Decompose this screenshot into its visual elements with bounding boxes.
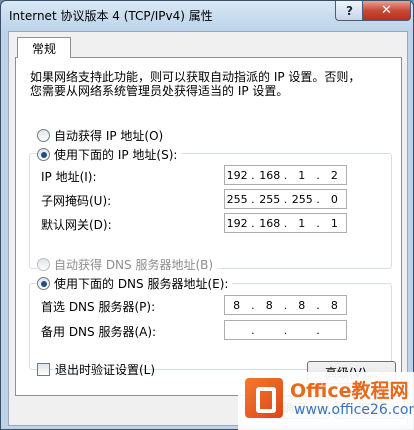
dns-auto-radio[interactable]: 自动获得 DNS 服务器地址(B) bbox=[37, 256, 218, 273]
alternate-dns-input[interactable]: . . . bbox=[224, 320, 347, 340]
dialog-client: 常规 如果网络支持此功能，则可以获取自动指派的 IP 设置。否则， 您需要从网络… bbox=[8, 31, 408, 426]
validate-on-exit-label: 退出时验证设置(L) bbox=[55, 363, 156, 377]
ip-octet: 168 bbox=[259, 168, 281, 182]
ip-octet: 8 bbox=[298, 298, 306, 312]
office-logo-icon bbox=[245, 378, 283, 418]
octet-separator: . bbox=[316, 192, 320, 206]
ip-address-label: IP 地址(I): bbox=[41, 170, 97, 184]
ip-octet: 8 bbox=[330, 298, 338, 312]
ip-octet: 192 bbox=[226, 168, 248, 182]
alternate-dns-label: 备用 DNS 服务器(A): bbox=[41, 325, 157, 339]
general-panel: 如果网络支持此功能，则可以获取自动指派的 IP 设置。否则， 您需要从网络系统管… bbox=[15, 57, 402, 396]
radio-selected-icon bbox=[37, 277, 50, 290]
gateway-input[interactable]: 192. 168. 1. 1 bbox=[224, 213, 347, 233]
octet-separator: . bbox=[283, 323, 288, 337]
description-line-2: 您需要从网络系统管理员处获得适当的 IP 设置。 bbox=[30, 84, 289, 98]
dns-auto-label: 自动获得 DNS 服务器地址(B) bbox=[54, 258, 214, 272]
site-watermark: Office教程网 www.office26.com bbox=[238, 372, 414, 430]
octet-separator: . bbox=[283, 168, 288, 182]
ip-octet: 2 bbox=[330, 168, 338, 182]
ip-octet: 168 bbox=[259, 216, 281, 230]
octet-separator: . bbox=[316, 323, 320, 337]
octet-separator: . bbox=[283, 298, 288, 312]
title-bar[interactable]: Internet 协议版本 4 (TCP/IPv4) 属性 ? ✕ bbox=[1, 1, 413, 27]
ip-octet: 8 bbox=[265, 298, 273, 312]
octet-separator: . bbox=[283, 216, 288, 230]
help-button[interactable]: ? bbox=[335, 1, 364, 21]
tab-general[interactable]: 常规 bbox=[17, 37, 71, 58]
octet-separator: . bbox=[251, 323, 255, 337]
ip-auto-radio[interactable]: 自动获得 IP 地址(O) bbox=[37, 127, 168, 144]
radio-selected-icon bbox=[37, 148, 50, 161]
checkbox-icon bbox=[37, 363, 50, 376]
dialog-window: Internet 协议版本 4 (TCP/IPv4) 属性 ? ✕ 常规 如果网… bbox=[0, 0, 414, 430]
close-icon: ✕ bbox=[381, 3, 392, 18]
ip-octet: 255 bbox=[226, 192, 248, 206]
description-line-1: 如果网络支持此功能，则可以获取自动指派的 IP 设置。否则， bbox=[30, 70, 361, 84]
watermark-url: www.office26.com bbox=[294, 402, 414, 418]
ip-auto-label: 自动获得 IP 地址(O) bbox=[54, 129, 164, 143]
ip-octet: 1 bbox=[298, 168, 306, 182]
ip-address-input[interactable]: 192. 168. 1. 2 bbox=[224, 165, 347, 185]
ip-octet: 1 bbox=[330, 216, 338, 230]
help-icon: ? bbox=[346, 3, 353, 18]
octet-separator: . bbox=[283, 192, 288, 206]
ip-manual-label: 使用下面的 IP 地址(S): bbox=[54, 148, 178, 162]
ip-octet: 192 bbox=[226, 216, 248, 230]
watermark-title: Office教程网 bbox=[290, 380, 409, 402]
tab-general-label: 常规 bbox=[31, 41, 56, 56]
validate-on-exit-checkbox[interactable]: 退出时验证设置(L) bbox=[37, 361, 155, 378]
ip-octet: 8 bbox=[233, 298, 241, 312]
octet-separator: . bbox=[316, 298, 320, 312]
ip-manual-radio[interactable]: 使用下面的 IP 地址(S): bbox=[37, 146, 182, 163]
octet-separator: . bbox=[316, 216, 320, 230]
ip-octet: 1 bbox=[298, 216, 306, 230]
window-title: Internet 协议版本 4 (TCP/IPv4) 属性 bbox=[9, 9, 213, 23]
octet-separator: . bbox=[316, 168, 320, 182]
ip-octet: 255 bbox=[259, 192, 281, 206]
gateway-label: 默认网关(D): bbox=[41, 218, 112, 232]
octet-separator: . bbox=[251, 168, 255, 182]
ip-octet: 255 bbox=[291, 192, 313, 206]
dns-manual-radio[interactable]: 使用下面的 DNS 服务器地址(E): bbox=[37, 275, 233, 292]
preferred-dns-input[interactable]: 8. 8. 8. 8 bbox=[224, 295, 347, 315]
close-button[interactable]: ✕ bbox=[362, 1, 411, 21]
ip-octet: 0 bbox=[330, 192, 338, 206]
subnet-mask-input[interactable]: 255. 255. 255. 0 bbox=[224, 189, 347, 209]
description: 如果网络支持此功能，则可以获取自动指派的 IP 设置。否则， 您需要从网络系统管… bbox=[30, 70, 390, 98]
octet-separator: . bbox=[251, 192, 255, 206]
preferred-dns-label: 首选 DNS 服务器(P): bbox=[41, 300, 156, 314]
dns-manual-label: 使用下面的 DNS 服务器地址(E): bbox=[54, 277, 229, 291]
octet-separator: . bbox=[251, 298, 255, 312]
subnet-mask-label: 子网掩码(U): bbox=[41, 194, 112, 208]
radio-icon bbox=[37, 129, 50, 142]
radio-disabled-icon bbox=[37, 258, 50, 271]
octet-separator: . bbox=[251, 216, 255, 230]
